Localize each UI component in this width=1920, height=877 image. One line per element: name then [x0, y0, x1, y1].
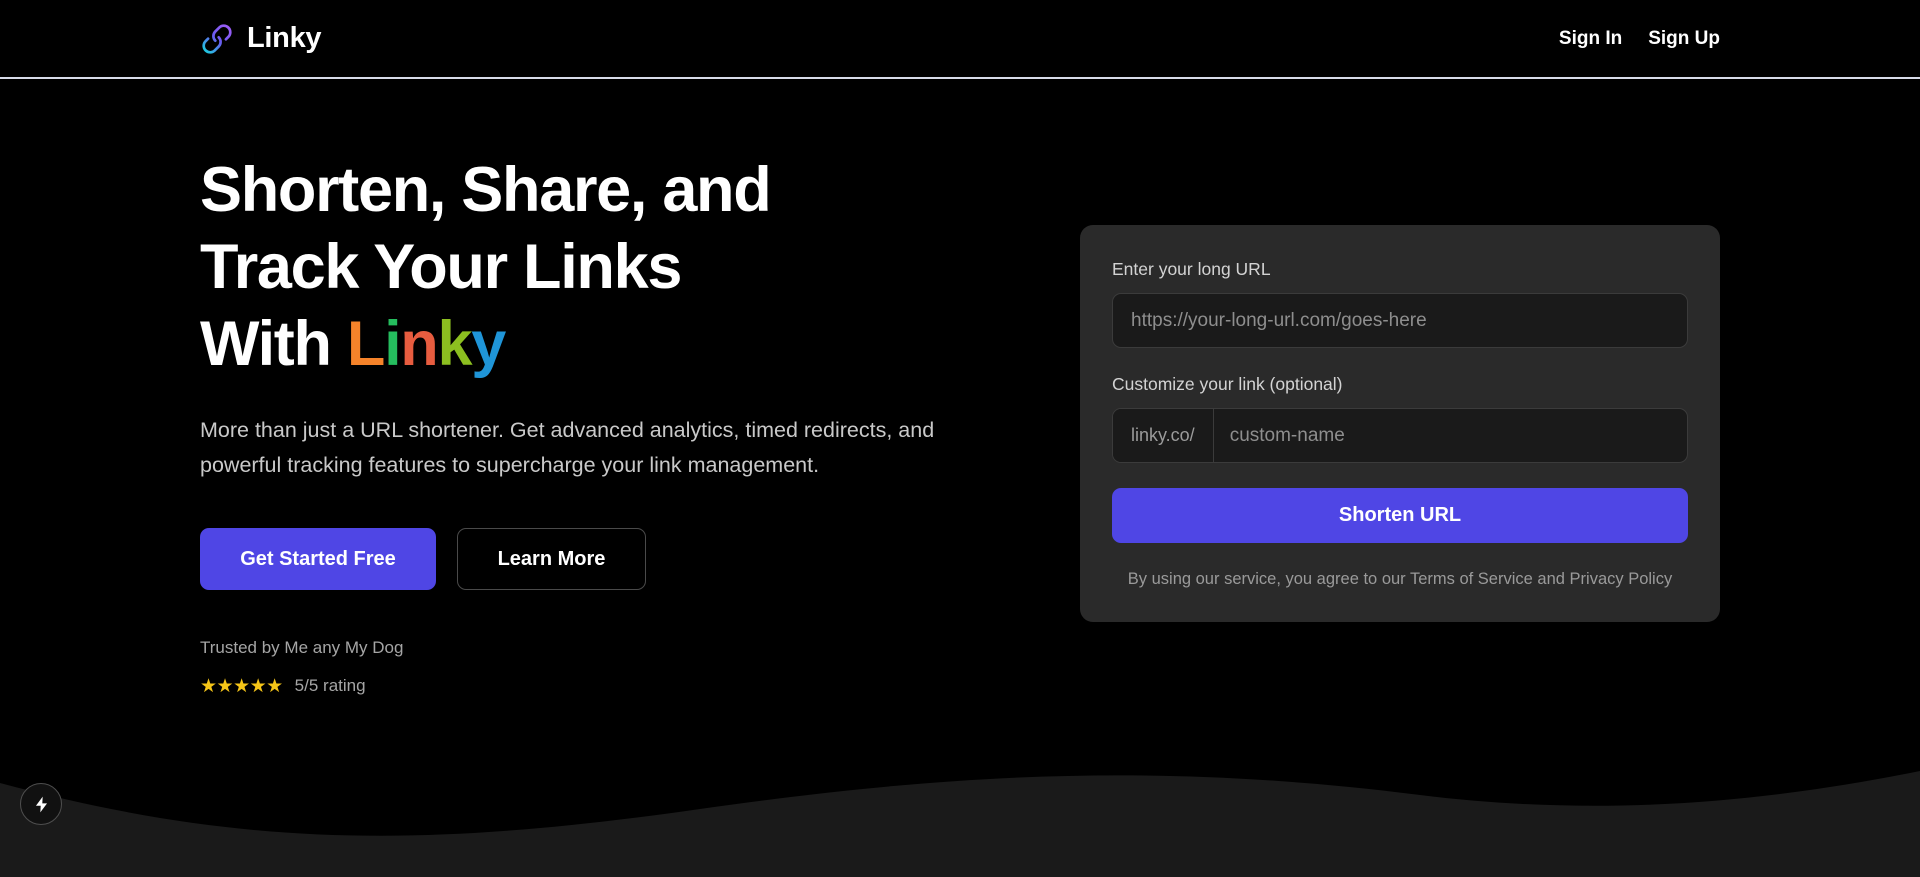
hero-left-column: Shorten, Share, and Track Your Links Wit… [200, 152, 960, 696]
lightning-bolt-icon [32, 795, 51, 814]
learn-more-button[interactable]: Learn More [457, 528, 646, 590]
hero-subheadline: More than just a URL shortener. Get adva… [200, 418, 935, 477]
trusted-by-text: Trusted by Me any My Dog [200, 638, 404, 657]
page-root: Linky Sign In Sign Up Shorten, Share, an… [0, 0, 1920, 877]
nav-sign-in[interactable]: Sign In [1559, 28, 1622, 50]
privacy-policy-link[interactable]: Privacy Policy [1570, 570, 1673, 588]
rating-label: 5/5 rating [294, 676, 366, 695]
terms-conjunction-text: and [1532, 570, 1570, 588]
terms-of-service-link[interactable]: Terms of Service [1410, 570, 1533, 588]
bottom-wave-decoration [0, 737, 1920, 877]
link-chain-icon [200, 22, 234, 56]
brand-letter-y: y [471, 309, 506, 379]
cta-button-row: Get Started Free Learn More [200, 528, 960, 590]
brand-logo[interactable]: Linky [200, 22, 322, 56]
page-title: Shorten, Share, and Track Your Links Wit… [200, 152, 960, 383]
custom-link-label: Customize your link (optional) [1112, 374, 1343, 394]
terms-prefix-text: By using our service, you agree to our [1127, 570, 1410, 588]
get-started-free-button[interactable]: Get Started Free [200, 528, 436, 590]
social-proof-block: Trusted by Me any My Dog ★★★★★ 5/5 ratin… [200, 638, 960, 696]
headline-line-2: Track Your Links [200, 232, 682, 302]
brand-name: Linky [247, 22, 322, 54]
nav-sign-up[interactable]: Sign Up [1648, 28, 1720, 50]
shorten-url-button[interactable]: Shorten URL [1112, 488, 1688, 543]
star-rating-icon: ★★★★★ [200, 675, 283, 697]
quick-action-button[interactable] [20, 783, 62, 825]
custom-name-input[interactable] [1213, 409, 1687, 462]
headline-line-3-prefix: With [200, 309, 347, 379]
long-url-input[interactable] [1112, 293, 1688, 348]
terms-notice: By using our service, you agree to our T… [1112, 568, 1688, 590]
custom-link-group: linky.co/ [1112, 408, 1688, 463]
headline-line-1: Shorten, Share, and [200, 155, 772, 225]
top-navigation-bar: Linky Sign In Sign Up [0, 0, 1920, 79]
url-shortener-card: Enter your long URL Customize your link … [1080, 225, 1720, 622]
nav-links: Sign In Sign Up [1559, 28, 1720, 50]
brand-letter-l: L [346, 309, 385, 379]
custom-link-prefix: linky.co/ [1113, 409, 1214, 462]
brand-letter-k: k [437, 309, 472, 379]
brand-letter-i: i [384, 309, 402, 379]
long-url-label: Enter your long URL [1112, 259, 1271, 279]
rating-row: ★★★★★ 5/5 rating [200, 676, 960, 696]
brand-letter-n: n [400, 309, 438, 379]
